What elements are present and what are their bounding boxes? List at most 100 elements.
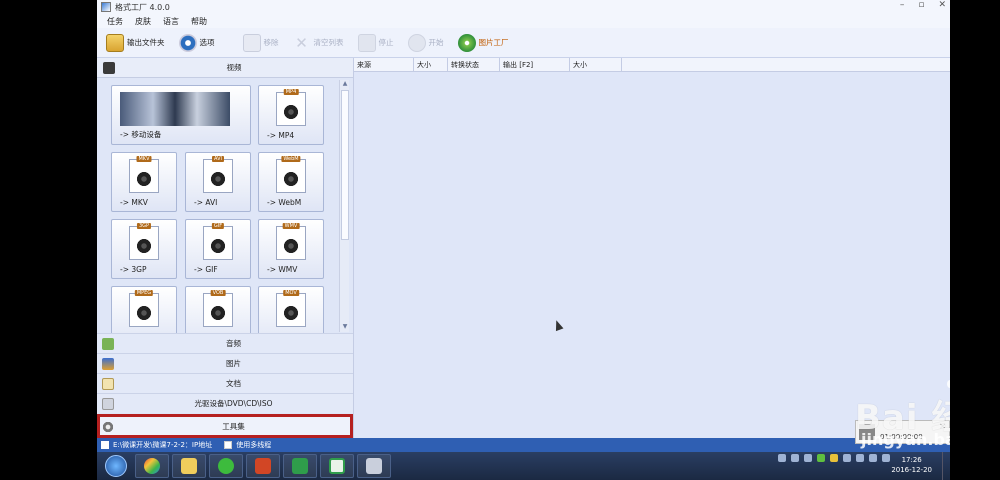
- show-desktop-button[interactable]: [942, 452, 950, 480]
- scroll-up-icon[interactable]: ▲: [341, 80, 349, 89]
- tile-label: -> MP4: [267, 131, 295, 140]
- grid-scrollbar[interactable]: ▲ ▼: [339, 80, 349, 332]
- tile-mov[interactable]: MOV: [258, 286, 324, 333]
- mp4-file-icon: [276, 92, 306, 126]
- 3gp-file-icon: [129, 226, 159, 260]
- col-output-size[interactable]: 大小: [570, 58, 622, 71]
- title-bar: 格式工厂 4.0.0 – ▫ ✕: [97, 0, 950, 14]
- system-tray: [778, 454, 890, 462]
- tile-avi[interactable]: AVI -> AVI: [185, 152, 251, 212]
- clear-x-icon: ✕: [295, 33, 308, 52]
- powerpoint-icon: [255, 458, 271, 474]
- video-format-grid: -> 移动设备 MP4 -> MP4 MKV -> MKV AVI -> AVI…: [97, 78, 337, 333]
- signal-icon[interactable]: [882, 454, 890, 462]
- mpeg-file-icon: [129, 293, 159, 327]
- col-size[interactable]: 大小: [414, 58, 448, 71]
- restore-icon[interactable]: ▫: [918, 0, 924, 10]
- tile-label: -> 3GP: [120, 265, 147, 274]
- col-source[interactable]: 来源: [354, 58, 414, 71]
- video-category-header[interactable]: 视频: [97, 58, 353, 78]
- stop-label: 停止: [378, 38, 394, 47]
- menu-bar: 任务 皮肤 语言 帮助: [97, 14, 950, 28]
- keyboard-icon[interactable]: [778, 454, 786, 462]
- gif-file-icon: [203, 226, 233, 260]
- taskbar-browser[interactable]: [209, 454, 243, 478]
- disc-drive-icon: [102, 397, 114, 410]
- tile-gif[interactable]: GIF -> GIF: [185, 219, 251, 279]
- format-badge: VOB: [210, 290, 226, 296]
- taskbar-camtasia-2[interactable]: [320, 454, 354, 478]
- picture-factory-logo-icon: [457, 33, 476, 52]
- document-icon: [102, 377, 114, 390]
- disc-category-label: 光驱设备\DVD\CD\ISO: [194, 399, 273, 408]
- toolbar: 输出文件夹 选项 移除 ✕ 清空列表 停止 开始 图片工厂: [97, 28, 950, 58]
- taskbar-camtasia-1[interactable]: [283, 454, 317, 478]
- clock[interactable]: 17:26 2016-12-20: [891, 455, 932, 475]
- taskbar-format-factory[interactable]: [357, 454, 391, 478]
- tile-mobile-device[interactable]: -> 移动设备: [111, 85, 251, 145]
- tile-wmv[interactable]: WMV -> WMV: [258, 219, 324, 279]
- volume-icon[interactable]: [869, 454, 877, 462]
- menu-language[interactable]: 语言: [163, 16, 179, 27]
- start-orb-icon[interactable]: [105, 455, 127, 477]
- tile-webm[interactable]: WebM -> WebM: [258, 152, 324, 212]
- tile-mkv[interactable]: MKV -> MKV: [111, 152, 177, 212]
- start-button[interactable]: 开始: [405, 31, 447, 55]
- picture-icon: [102, 357, 114, 370]
- taskbar-app-1[interactable]: [135, 454, 169, 478]
- multithread-checkbox[interactable]: [224, 441, 233, 449]
- remove-label: 移除: [263, 38, 279, 47]
- help-icon[interactable]: [791, 454, 799, 462]
- bluetooth-icon[interactable]: [843, 454, 851, 462]
- format-badge: 3GP: [136, 223, 152, 229]
- start-icon: [407, 33, 426, 52]
- toolbox-category[interactable]: 工具集: [97, 414, 353, 438]
- wmv-file-icon: [276, 226, 306, 260]
- camtasia-icon: [329, 458, 345, 474]
- output-folder-label: 输出文件夹: [127, 38, 165, 47]
- options-button[interactable]: 选项: [176, 31, 218, 55]
- gear-icon: [102, 420, 114, 433]
- camtasia-icon: [292, 458, 308, 474]
- tile-3gp[interactable]: 3GP -> 3GP: [111, 219, 177, 279]
- tile-mp4[interactable]: MP4 -> MP4: [258, 85, 324, 145]
- format-badge: AVI: [212, 156, 224, 162]
- taskbar-powerpoint[interactable]: [246, 454, 280, 478]
- document-category-label: 文档: [226, 379, 241, 388]
- remove-button[interactable]: 移除: [240, 31, 282, 55]
- audio-category[interactable]: 音频: [97, 333, 353, 353]
- menu-task[interactable]: 任务: [107, 16, 123, 27]
- col-output[interactable]: 输出 [F2]: [500, 58, 570, 71]
- tile-mpeg[interactable]: MPEG: [111, 286, 177, 333]
- scroll-down-icon[interactable]: ▼: [341, 323, 349, 332]
- disc-category[interactable]: 光驱设备\DVD\CD\ISO: [97, 393, 353, 413]
- minimize-icon[interactable]: –: [900, 0, 905, 10]
- menu-skin[interactable]: 皮肤: [135, 16, 151, 27]
- audio-category-label: 音频: [226, 339, 241, 348]
- tile-label: -> GIF: [194, 265, 218, 274]
- close-icon[interactable]: ✕: [938, 0, 946, 10]
- document-category[interactable]: 文档: [97, 373, 353, 393]
- image-category[interactable]: 图片: [97, 353, 353, 373]
- col-status[interactable]: 转换状态: [448, 58, 500, 71]
- clear-list-button[interactable]: ✕ 清空列表: [290, 31, 347, 55]
- scroll-thumb[interactable]: [341, 90, 349, 240]
- format-badge: GIF: [211, 223, 225, 229]
- taskbar-explorer[interactable]: [172, 454, 206, 478]
- menu-help[interactable]: 帮助: [191, 16, 207, 27]
- picture-factory-button[interactable]: 图片工厂: [455, 31, 512, 55]
- options-icon: [178, 33, 197, 52]
- antivirus-icon[interactable]: [830, 454, 838, 462]
- tile-label: -> MKV: [120, 198, 148, 207]
- security-icon[interactable]: [817, 454, 825, 462]
- format-badge: WMV: [282, 223, 300, 229]
- tile-vob[interactable]: VOB: [185, 286, 251, 333]
- format-badge: MPEG: [134, 290, 154, 296]
- stop-button[interactable]: 停止: [355, 31, 397, 55]
- network-icon[interactable]: [856, 454, 864, 462]
- app-logo-icon: [144, 458, 160, 474]
- output-folder-button[interactable]: 输出文件夹: [103, 31, 168, 55]
- folder-path-icon: [101, 441, 109, 449]
- output-path[interactable]: E:\微课开发\微课7-2-2：IP地址: [113, 440, 212, 450]
- microphone-icon[interactable]: [804, 454, 812, 462]
